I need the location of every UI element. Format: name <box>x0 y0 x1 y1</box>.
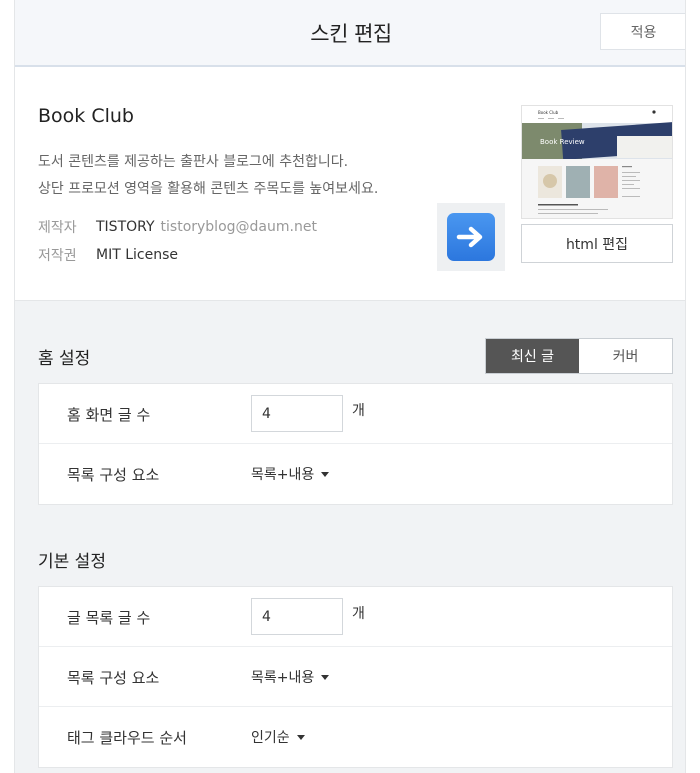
home-list-element-value: 목록+내용 <box>251 467 315 483</box>
author-info: 제작자 TISTORY tistoryblog@daum.net <box>38 217 317 237</box>
home-settings-card: 홈 화면 글 수 개 목록 구성 요소 목록+내용 <box>38 383 673 505</box>
home-type-toggle: 최신 글 커버 <box>485 338 673 374</box>
arrow-right-icon <box>447 213 495 261</box>
skin-name: Book Club <box>38 105 134 127</box>
license-label: 저작권 <box>38 248 77 264</box>
skin-description: 도서 콘텐츠를 제공하는 출판사 블로그에 추천합니다. 상단 프로모션 영역을… <box>38 149 378 203</box>
home-settings-title: 홈 설정 <box>38 349 91 369</box>
toggle-cover[interactable]: 커버 <box>579 339 672 373</box>
toggle-latest-posts[interactable]: 최신 글 <box>486 339 579 373</box>
basic-list-element-select[interactable]: 목록+내용 <box>251 647 330 707</box>
settings-row: 홈 화면 글 수 개 <box>39 384 672 444</box>
settings-row: 목록 구성 요소 목록+내용 <box>39 444 672 504</box>
license-info: 저작권 MIT License <box>38 245 178 265</box>
skin-description-line: 도서 콘텐츠를 제공하는 출판사 블로그에 추천합니다. <box>38 154 349 170</box>
page-title: 스킨 편집 <box>310 22 392 46</box>
caret-down-icon <box>321 674 330 680</box>
basic-settings-title: 기본 설정 <box>38 552 106 572</box>
author-name: TISTORY <box>96 219 155 235</box>
home-post-count-unit: 개 <box>352 403 365 419</box>
caret-down-icon <box>321 471 330 477</box>
apply-button[interactable]: 적용 <box>600 13 685 50</box>
header: 스킨 편집 적용 <box>15 0 685 67</box>
author-label: 제작자 <box>38 220 77 236</box>
skin-description-line: 상단 프로모션 영역을 활용해 콘텐츠 주목도를 높여보세요. <box>38 181 379 197</box>
list-post-count-unit: 개 <box>352 606 365 622</box>
skin-info: Book Club 도서 콘텐츠를 제공하는 출판사 블로그에 추천합니다. 상… <box>15 67 685 301</box>
list-post-count-input[interactable] <box>251 598 343 635</box>
caret-down-icon <box>296 734 305 740</box>
thumbnail-site-title: Book Club <box>538 110 559 115</box>
settings-row: 태그 클라우드 순서 인기순 <box>39 707 672 767</box>
skin-thumbnail: Book Club Book Review <box>521 105 673 219</box>
home-post-count-input[interactable] <box>251 395 343 432</box>
tag-cloud-order-label: 태그 클라우드 순서 <box>67 728 187 747</box>
license-value: MIT License <box>96 247 178 263</box>
settings-row: 목록 구성 요소 목록+내용 <box>39 647 672 707</box>
list-post-count-label: 글 목록 글 수 <box>67 608 151 627</box>
home-post-count-label: 홈 화면 글 수 <box>67 405 151 424</box>
thumbnail-banner-text: Book Review <box>540 138 585 146</box>
basic-settings-card: 글 목록 글 수 개 목록 구성 요소 목록+내용 태그 클라우드 순서 인기순 <box>38 586 673 768</box>
settings-row: 글 목록 글 수 개 <box>39 587 672 647</box>
tag-cloud-order-value: 인기순 <box>251 730 290 746</box>
author-email: tistoryblog@daum.net <box>160 219 317 235</box>
tag-cloud-order-select[interactable]: 인기순 <box>251 707 305 767</box>
html-edit-button[interactable]: html 편집 <box>521 224 673 263</box>
skin-edit-panel: 스킨 편집 적용 Book Club 도서 콘텐츠를 제공하는 출판사 블로그에… <box>14 0 686 773</box>
arrow-indicator <box>437 203 505 271</box>
basic-list-element-value: 목록+내용 <box>251 670 315 686</box>
home-list-element-label: 목록 구성 요소 <box>67 465 160 484</box>
home-list-element-select[interactable]: 목록+내용 <box>251 444 330 504</box>
basic-list-element-label: 목록 구성 요소 <box>67 668 160 687</box>
